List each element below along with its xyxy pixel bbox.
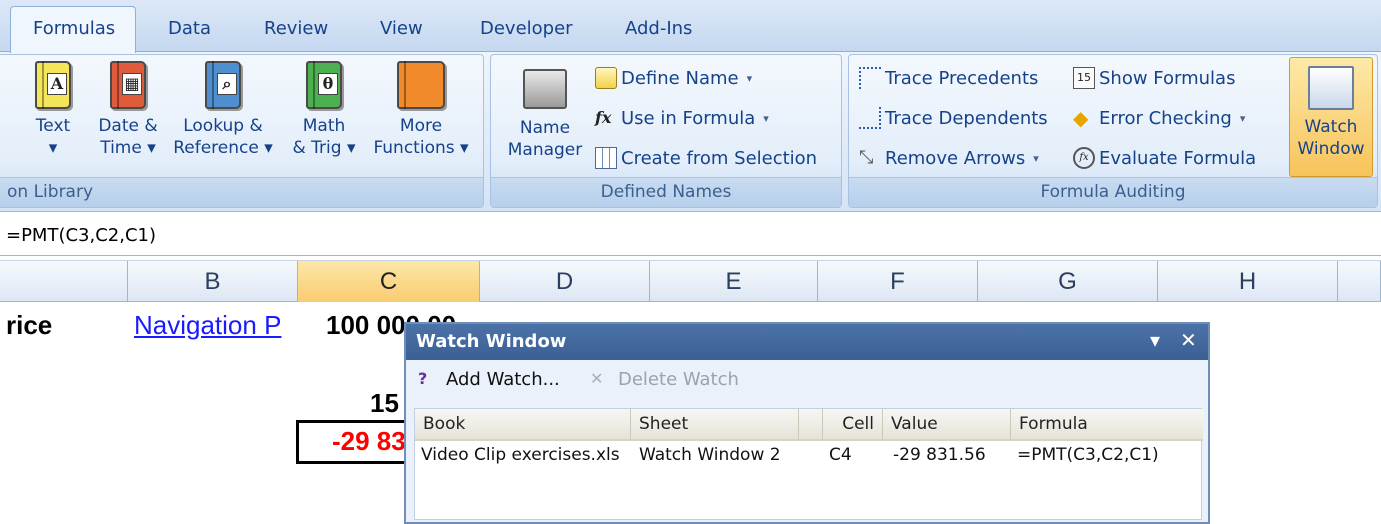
add-watch-button[interactable]: ? Add Watch...: [418, 368, 560, 390]
column-header-e[interactable]: E: [650, 261, 818, 302]
more-functions-button[interactable]: More Functions ▾: [365, 61, 477, 159]
column-header-d[interactable]: D: [480, 261, 650, 302]
column-header-a[interactable]: [0, 261, 128, 302]
trace-precedents-icon: [859, 67, 881, 89]
trace-precedents-button[interactable]: Trace Precedents: [859, 63, 1038, 93]
tab-developer[interactable]: Developer: [480, 18, 573, 39]
name-manager-icon: [523, 69, 567, 109]
delete-watch-icon: ✕: [590, 369, 604, 388]
watch-window-toolbar: ? Add Watch... ✕ Delete Watch: [406, 360, 1208, 402]
watch-header-sheet[interactable]: Sheet: [631, 409, 799, 441]
watch-row-book: Video Clip exercises.xls: [421, 445, 620, 465]
chevron-down-icon: ▾: [746, 71, 753, 85]
remove-arrows-icon: ⤡: [859, 147, 874, 168]
ribbon-tab-strip: Formulas Data Review View Developer Add-…: [0, 0, 1381, 53]
column-header-b[interactable]: B: [128, 261, 298, 302]
name-manager-button[interactable]: Name Manager: [499, 61, 591, 161]
error-checking-button[interactable]: ◆ Error Checking ▾: [1073, 103, 1245, 133]
watch-header-book[interactable]: Book: [415, 409, 631, 441]
watch-window-panel[interactable]: Watch Window ▾ ✕ ? Add Watch... ✕ Delete…: [404, 322, 1210, 524]
cell-c4[interactable]: -29 83: [332, 426, 406, 457]
tab-view[interactable]: View: [380, 18, 423, 39]
show-formulas-button[interactable]: 15 Show Formulas: [1073, 63, 1235, 93]
formula-auditing-group: Trace Precedents Trace Dependents ⤡ Remo…: [848, 54, 1378, 208]
watch-row-formula: =PMT(C3,C2,C1): [1017, 445, 1159, 465]
column-headers: B C D E F G H: [0, 260, 1381, 302]
define-name-icon: [595, 67, 617, 89]
watch-row-sheet: Watch Window 2: [639, 445, 781, 465]
date-time-button[interactable]: ▦ Date & Time ▾: [93, 61, 163, 159]
watch-row-value: -29 831.56: [893, 445, 986, 465]
chevron-down-icon: ▾: [1033, 151, 1039, 165]
fx-icon: fx: [595, 108, 612, 127]
watch-window-title: Watch Window: [416, 331, 567, 352]
add-watch-icon: ?: [418, 369, 428, 388]
watch-header-spacer: [799, 409, 823, 441]
watch-header-formula[interactable]: Formula: [1011, 409, 1203, 441]
lookup-reference-button[interactable]: ⌕ Lookup & Reference ▾: [173, 61, 273, 159]
formula-text: =PMT(C3,C2,C1): [6, 225, 157, 246]
create-from-selection-icon: [595, 147, 617, 169]
defined-names-label: Defined Names: [491, 177, 841, 207]
watch-header-value[interactable]: Value: [883, 409, 1011, 441]
define-name-button[interactable]: Define Name ▾: [595, 63, 752, 93]
column-header-h[interactable]: H: [1158, 261, 1338, 302]
watch-row-cell: C4: [829, 445, 852, 465]
ribbon: A Text ▾ ▦ Date & Time ▾ ⌕ Lookup & Refe…: [0, 52, 1381, 212]
date-time-book-icon: ▦: [110, 61, 146, 109]
evaluate-formula-button[interactable]: fx Evaluate Formula: [1073, 143, 1256, 173]
formula-bar[interactable]: =PMT(C3,C2,C1): [0, 216, 1381, 256]
show-formulas-icon: 15: [1073, 67, 1095, 89]
watch-window-title-bar[interactable]: Watch Window ▾ ✕: [406, 324, 1208, 360]
trace-dependents-button[interactable]: Trace Dependents: [859, 103, 1048, 133]
lookup-book-icon: ⌕: [205, 61, 241, 109]
column-header-g[interactable]: G: [978, 261, 1158, 302]
more-functions-book-icon: [397, 61, 445, 109]
create-from-selection-button[interactable]: Create from Selection: [595, 143, 817, 173]
math-trig-button[interactable]: θ Math & Trig ▾: [283, 61, 365, 159]
chevron-down-icon[interactable]: ▾: [1150, 328, 1160, 352]
watch-window-button[interactable]: Watch Window: [1289, 57, 1373, 177]
tab-add-ins[interactable]: Add-Ins: [625, 18, 692, 39]
tab-formulas[interactable]: Formulas: [10, 6, 137, 53]
tab-data[interactable]: Data: [168, 18, 211, 39]
defined-names-group: Name Manager Define Name ▾ fx Use in Form…: [490, 54, 842, 208]
function-library-group: A Text ▾ ▦ Date & Time ▾ ⌕ Lookup & Refe…: [0, 54, 484, 208]
cell-a1[interactable]: rice: [6, 310, 52, 341]
warning-icon: ◆: [1073, 106, 1089, 130]
math-book-icon: θ: [306, 61, 342, 109]
watch-window-icon: [1308, 66, 1354, 110]
chevron-down-icon: ▾: [1239, 111, 1246, 125]
tab-review[interactable]: Review: [264, 18, 328, 39]
column-header-c[interactable]: C: [298, 261, 480, 302]
delete-watch-button[interactable]: ✕ Delete Watch: [590, 368, 739, 390]
text-functions-button[interactable]: A Text ▾: [25, 61, 81, 159]
watch-header-cell[interactable]: Cell: [823, 409, 883, 441]
cell-c3[interactable]: 15: [370, 388, 399, 419]
trace-dependents-icon: [859, 107, 881, 129]
close-icon[interactable]: ✕: [1180, 328, 1197, 352]
chevron-down-icon: ▾: [763, 111, 769, 125]
column-header-f[interactable]: F: [818, 261, 978, 302]
remove-arrows-button[interactable]: ⤡ Remove Arrows ▾: [859, 143, 1039, 173]
column-header-i[interactable]: [1338, 261, 1381, 302]
formula-auditing-label: Formula Auditing: [849, 177, 1377, 207]
text-book-icon: A: [35, 61, 71, 109]
evaluate-formula-icon: fx: [1073, 147, 1095, 169]
watch-row[interactable]: Video Clip exercises.xls Watch Window 2 …: [415, 441, 1201, 471]
watch-list[interactable]: Book Sheet Cell Value Formula Video Clip…: [414, 408, 1203, 520]
function-library-label: on Library: [0, 177, 483, 207]
cell-b1-hyperlink[interactable]: Navigation P: [134, 310, 281, 341]
use-in-formula-button[interactable]: fx Use in Formula ▾: [595, 103, 769, 133]
